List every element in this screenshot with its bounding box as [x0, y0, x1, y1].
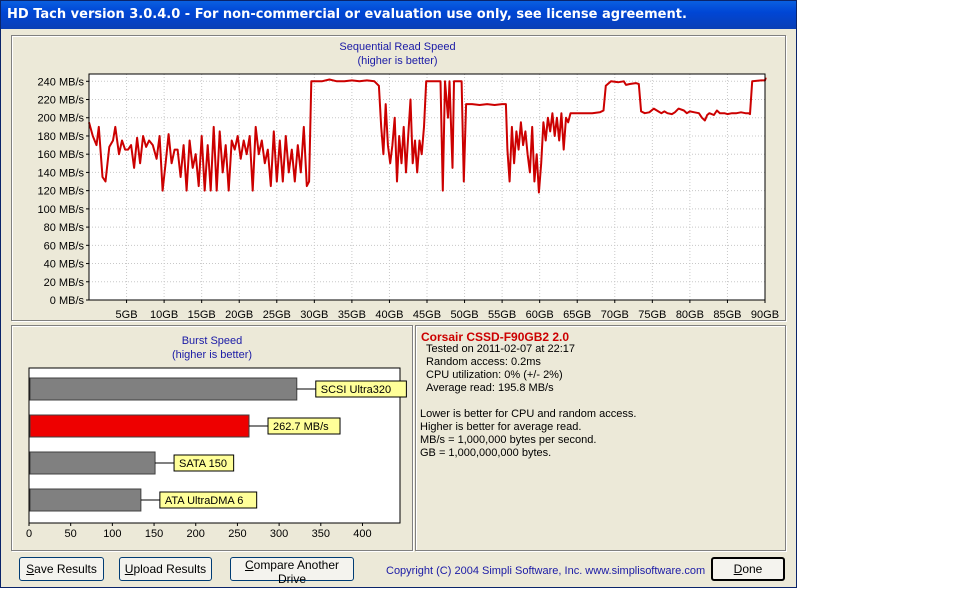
sequential-read-panel: Sequential Read Speed (higher is better)…: [11, 35, 786, 321]
burst-x-tick-label: 50: [65, 528, 77, 540]
x-tick-label: 80GB: [676, 309, 704, 320]
burst-x-tick-label: 350: [312, 528, 330, 540]
y-tick-label: 20 MB/s: [44, 277, 85, 289]
y-tick-label: 100 MB/s: [38, 204, 85, 216]
x-tick-label: 70GB: [601, 309, 629, 320]
x-tick-label: 45GB: [413, 309, 441, 320]
compare-mnemonic: C: [244, 558, 254, 572]
y-tick-label: 180 MB/s: [38, 131, 85, 143]
note-gb: GB = 1,000,000,000 bytes.: [420, 447, 552, 459]
y-tick-label: 0 MB/s: [50, 295, 85, 307]
compare-another-drive-button[interactable]: Compare Another Drive: [230, 557, 354, 586]
save-results-button[interactable]: Save Results: [19, 557, 104, 581]
x-tick-label: 15GB: [188, 309, 216, 320]
burst-bar-label: 262.7 MB/s: [273, 421, 329, 433]
upload-results-button[interactable]: Upload Results: [119, 557, 212, 581]
y-tick-label: 220 MB/s: [38, 95, 85, 107]
burst-bar-label: SCSI Ultra320: [321, 384, 391, 396]
x-tick-label: 85GB: [713, 309, 741, 320]
burst-bar: [29, 488, 142, 512]
x-tick-label: 30GB: [300, 309, 328, 320]
x-tick-label: 65GB: [563, 309, 591, 320]
compare-label: ompare Another Drive: [253, 558, 340, 586]
burst-x-tick-label: 300: [270, 528, 288, 540]
done-label: one: [742, 562, 763, 576]
y-tick-label: 80 MB/s: [44, 222, 85, 234]
drive-name: Corsair CSSD-F90GB2 2.0: [421, 330, 570, 344]
x-tick-label: 50GB: [450, 309, 478, 320]
x-tick-label: 60GB: [526, 309, 554, 320]
note-average-read: Higher is better for average read.: [420, 421, 582, 433]
upload-results-label: pload Results: [133, 562, 207, 576]
x-tick-label: 35GB: [338, 309, 366, 320]
burst-x-tick-label: 400: [353, 528, 371, 540]
note-mbps: MB/s = 1,000,000 bytes per second.: [420, 434, 597, 446]
y-tick-label: 240 MB/s: [38, 76, 85, 88]
burst-x-tick-label: 200: [187, 528, 205, 540]
y-tick-label: 60 MB/s: [44, 240, 85, 252]
save-results-label: ave Results: [34, 562, 97, 576]
y-tick-label: 200 MB/s: [38, 113, 85, 125]
x-tick-label: 40GB: [375, 309, 403, 320]
x-tick-label: 25GB: [263, 309, 291, 320]
burst-x-tick-label: 0: [26, 528, 32, 540]
burst-speed-chart: 0 50 100 150 200 250 300 350 400 SCSI Ultra320 262…: [26, 367, 407, 540]
y-tick-label: 120 MB/s: [38, 186, 85, 198]
x-tick-label: 5GB: [116, 309, 138, 320]
app-window: HD Tach version 3.0.4.0 - For non-commer…: [0, 0, 797, 588]
drive-info-panel: Corsair CSSD-F90GB2 2.0 Tested on 2011-0…: [415, 325, 786, 551]
x-tick-label: 55GB: [488, 309, 516, 320]
copyright-text: Copyright (C) 2004 Simpli Software, Inc.…: [386, 565, 706, 577]
burst-bar-label: ATA UltraDMA 6: [165, 495, 243, 507]
burst-bar: [29, 451, 156, 475]
burst-speed-panel: Burst Speed (higher is better) 0 50 100 150…: [11, 325, 413, 551]
sequential-read-chart: 0 MB/s 20 MB/s 40 MB/s 60 MB/s 80 MB/s 100 MB…: [38, 73, 779, 320]
note-cpu-random: Lower is better for CPU and random acces…: [420, 408, 637, 420]
burst-x-tick-label: 250: [228, 528, 246, 540]
tested-on: Tested on 2011-02-07 at 22:17: [426, 343, 576, 355]
x-tick-label: 20GB: [225, 309, 253, 320]
done-button[interactable]: Done: [711, 557, 785, 581]
done-mnemonic: D: [733, 562, 743, 576]
save-results-mnemonic: S: [26, 562, 35, 576]
burst-bar: [29, 414, 250, 438]
burst-bar: [29, 377, 298, 401]
random-access: Random access: 0.2ms: [426, 356, 541, 368]
x-tick-label: 10GB: [150, 309, 178, 320]
x-tick-label: 75GB: [638, 309, 666, 320]
y-tick-label: 160 MB/s: [38, 149, 85, 161]
y-tick-label: 140 MB/s: [38, 167, 85, 179]
burst-bar-label: SATA 150: [179, 458, 227, 470]
burst-x-tick-label: 100: [103, 528, 121, 540]
y-tick-label: 40 MB/s: [44, 259, 85, 271]
x-tick-label: 90GB: [751, 309, 779, 320]
average-read: Average read: 195.8 MB/s: [426, 382, 554, 394]
cpu-utilization: CPU utilization: 0% (+/- 2%): [426, 369, 563, 381]
burst-x-tick-label: 150: [145, 528, 163, 540]
title-bar: HD Tach version 3.0.4.0 - For non-commer…: [1, 1, 796, 29]
